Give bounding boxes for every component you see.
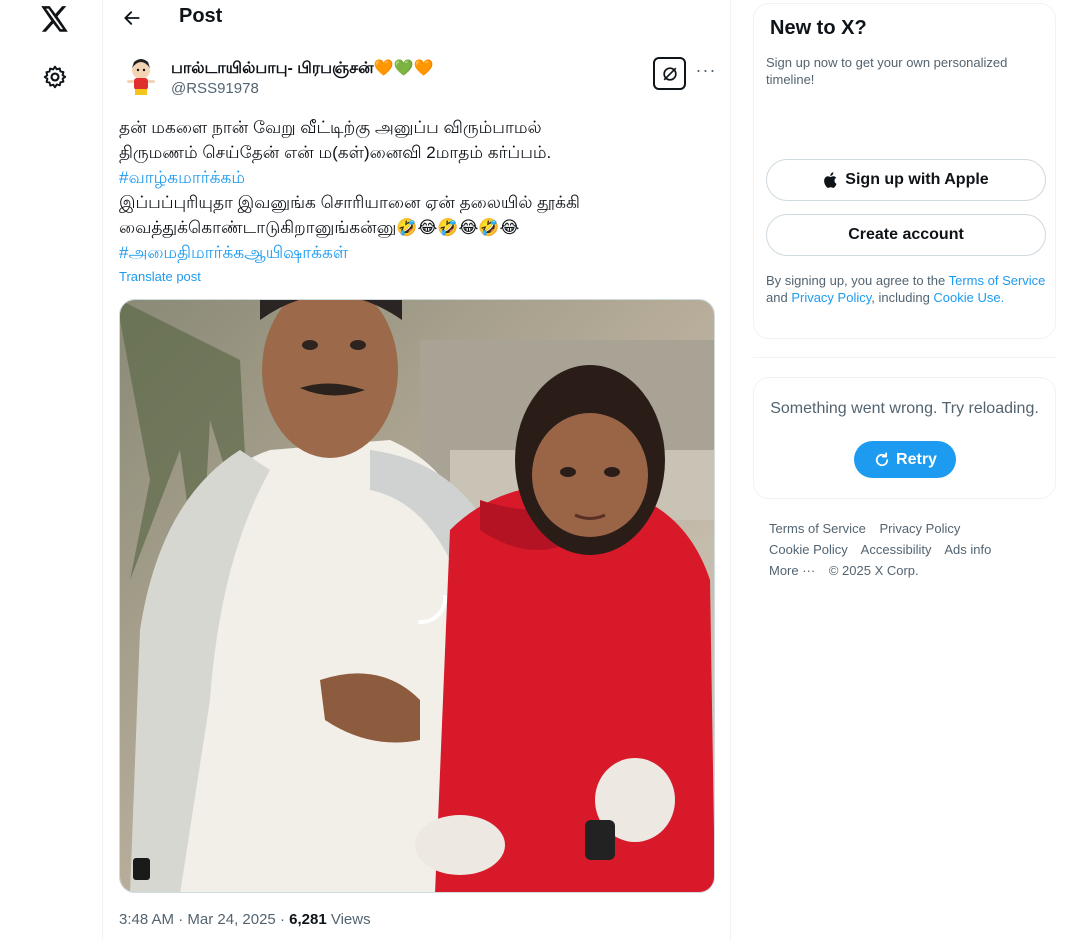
legal-text: .: [1000, 290, 1005, 305]
grok-icon: [662, 66, 677, 81]
page-title: Post: [179, 5, 223, 27]
avatar[interactable]: [119, 56, 163, 100]
footer-link-accessibility[interactable]: Accessibility: [861, 542, 932, 557]
error-message: Something went wrong. Try reloading.: [770, 400, 1039, 417]
views-count: 6,281: [289, 911, 327, 928]
terms-link[interactable]: Terms of Service: [949, 273, 1046, 288]
back-button[interactable]: [117, 4, 147, 32]
retry-label: Retry: [896, 450, 937, 468]
author-handle[interactable]: @RSS91978: [171, 80, 259, 97]
post-text: தன் மகளை நான் வேறு வீட்டிற்கு அனுப்ப விர…: [119, 115, 717, 265]
signup-legal: By signing up, you agree to the Terms of…: [766, 272, 1051, 306]
footer-link-privacy[interactable]: Privacy Policy: [879, 521, 960, 536]
footer: Terms of Service Privacy Policy Cookie P…: [769, 518, 1059, 581]
privacy-link[interactable]: Privacy Policy: [791, 290, 871, 305]
left-nav: [0, 0, 102, 940]
views-label: Views: [330, 911, 371, 928]
post-text-line: தன் மகளை நான் வேறு வீட்டிற்கு அனுப்ப விர…: [119, 118, 542, 137]
hashtag-link[interactable]: #அமைதிமார்க்கஆயிஷாக்கள்: [119, 240, 717, 265]
footer-more-button[interactable]: More ···: [769, 563, 815, 578]
post-text-line: வைத்துக்கொண்டாடுகிறானுங்கன்னு🤣😂🤣😂🤣😂: [119, 218, 520, 237]
post-date[interactable]: Mar 24, 2025: [187, 911, 275, 928]
meta-separator: ·: [178, 911, 188, 928]
divider: [753, 357, 1056, 358]
hashtag-link[interactable]: #வாழ்கமார்க்கம்: [119, 165, 717, 190]
legal-text: and: [766, 290, 792, 305]
more-options-button[interactable]: ···: [693, 61, 719, 84]
page-header: Post: [103, 0, 730, 36]
cookie-use-link[interactable]: Cookie Use: [933, 290, 1000, 305]
legal-text: , including: [871, 290, 934, 305]
footer-link-cookie[interactable]: Cookie Policy: [769, 542, 848, 557]
gear-icon[interactable]: [40, 62, 70, 92]
sign-up-apple-button[interactable]: Sign up with Apple: [766, 159, 1046, 201]
post-text-line: திருமணம் செய்தேன் என் ம(கள்)னைவி 2மாதம் …: [119, 143, 552, 162]
signup-subtitle: Sign up now to get your own personalized…: [766, 55, 1008, 87]
copyright: © 2025 X Corp.: [828, 563, 919, 578]
footer-link-terms[interactable]: Terms of Service: [769, 521, 866, 536]
signup-title: New to X?: [770, 17, 867, 39]
post-video[interactable]: [119, 299, 715, 893]
post-meta: 3:48 AM · Mar 24, 2025 · 6,281 Views: [119, 911, 371, 928]
sign-up-apple-label: Sign up with Apple: [845, 171, 989, 188]
post-time[interactable]: 3:48 AM: [119, 911, 174, 928]
video-frame: [120, 300, 714, 892]
legal-text: By signing up, you agree to the: [766, 273, 949, 288]
footer-link-ads[interactable]: Ads info: [944, 542, 991, 557]
create-account-button[interactable]: Create account: [766, 214, 1046, 256]
x-logo-icon[interactable]: [38, 2, 72, 36]
grok-button[interactable]: [653, 57, 686, 90]
signup-card: New to X? Sign up now to get your own pe…: [753, 3, 1056, 339]
post-text-line: இப்பப்புரியுதா இவனுங்க சொரியானை ஏன் தலைய…: [119, 193, 580, 212]
meta-separator: ·: [279, 911, 290, 928]
author-name[interactable]: பால்டாயில்பாபு- பிரபஞ்சன்🧡💚🧡: [171, 58, 433, 79]
retry-button[interactable]: Retry: [854, 441, 956, 478]
refresh-icon: [875, 451, 889, 466]
translate-post-link[interactable]: Translate post: [119, 269, 201, 284]
main-column: Post பால்டாயில்பாபு- பிரபஞ்சன்🧡💚🧡 @RSS91…: [102, 0, 731, 940]
error-card: Something went wrong. Try reloading. Ret…: [753, 377, 1056, 499]
apple-icon: [823, 171, 839, 189]
arrow-left-icon: [124, 11, 140, 25]
